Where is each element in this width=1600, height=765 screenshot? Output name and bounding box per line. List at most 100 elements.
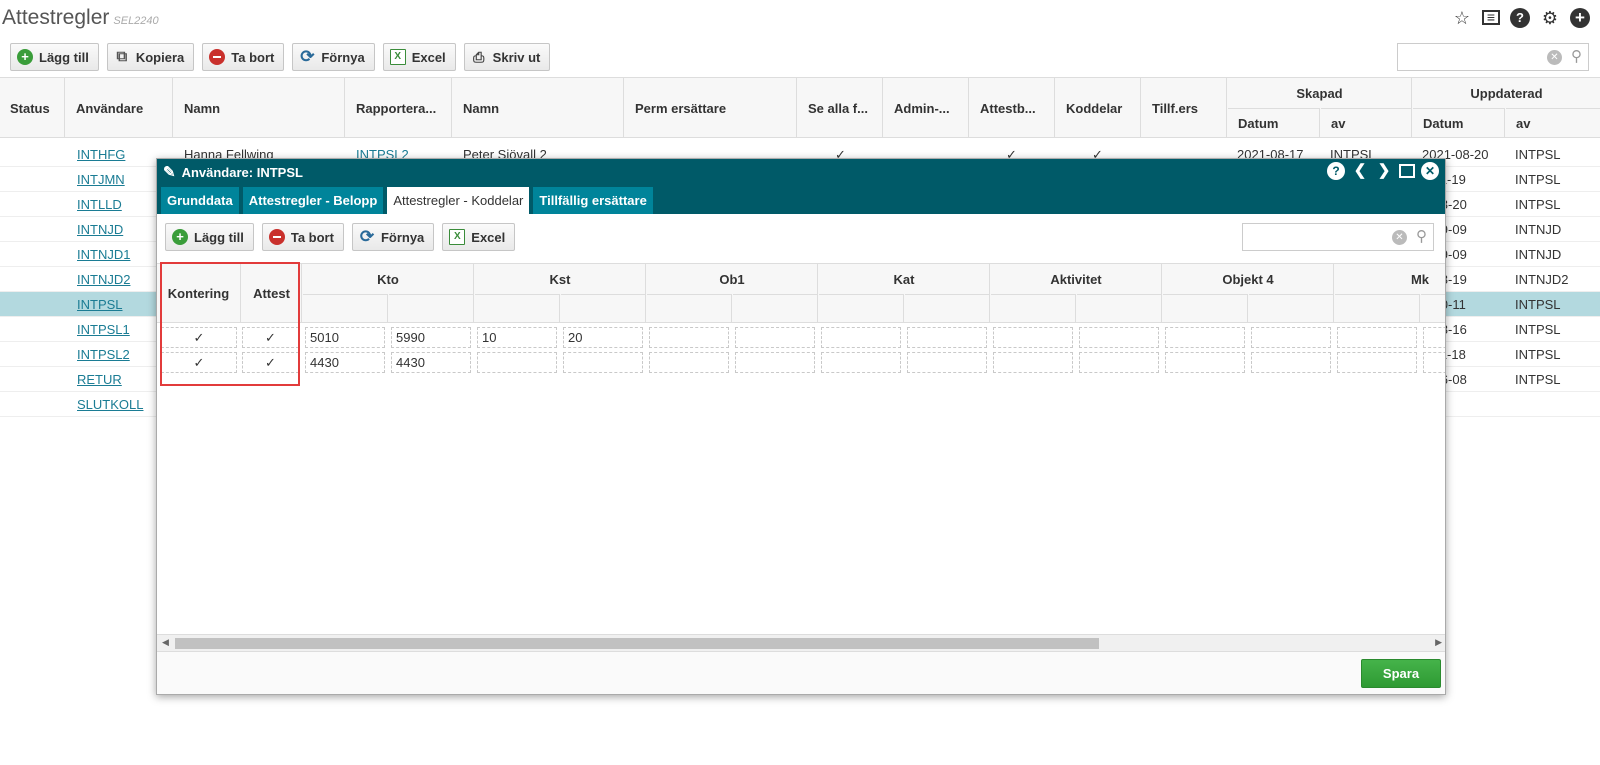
cell-user[interactable]: INTNJD1 [77, 247, 130, 262]
col-group-kst[interactable]: Kst [475, 264, 646, 294]
close-icon[interactable]: ✕ [1421, 162, 1439, 180]
cell-empty[interactable] [1251, 352, 1331, 373]
col-namn2[interactable]: Namn [453, 78, 624, 138]
tab-attestregler-koddelar[interactable]: Attestregler - Koddelar [387, 187, 530, 214]
excel-button[interactable]: X Excel [382, 43, 456, 71]
help-icon[interactable]: ? [1327, 162, 1345, 180]
col-namn[interactable]: Namn [174, 78, 345, 138]
cell-kto-from[interactable]: 4430 [305, 352, 385, 373]
dialog-refresh-button[interactable]: ⟳ Förnya [351, 223, 435, 251]
tab-grunddata[interactable]: Grunddata [161, 187, 239, 214]
cell-kst-to[interactable]: 20 [563, 327, 643, 348]
cell-empty[interactable] [993, 352, 1073, 373]
cell-user[interactable]: INTLLD [77, 197, 122, 212]
col-tillf[interactable]: Tillf.ers [1142, 78, 1227, 138]
save-button[interactable]: Spara [1361, 659, 1441, 688]
cell-empty[interactable] [821, 352, 901, 373]
cell-empty[interactable] [1337, 327, 1417, 348]
dialog-excel-button[interactable]: X Excel [442, 223, 516, 251]
col-sub-from[interactable] [991, 294, 1076, 323]
maximize-icon[interactable] [1399, 164, 1415, 178]
col-sub-to[interactable] [389, 294, 474, 323]
delete-button[interactable]: Ta bort [202, 43, 285, 71]
scroll-left-icon[interactable]: ◀ [162, 637, 169, 648]
add-button[interactable]: + Lägg till [10, 43, 99, 71]
cell-empty[interactable] [821, 327, 901, 348]
cell-empty[interactable] [1337, 352, 1417, 373]
col-skapad-av[interactable]: av [1321, 108, 1412, 138]
col-perm[interactable]: Perm ersättare [625, 78, 797, 138]
refresh-button[interactable]: ⟳ Förnya [292, 43, 375, 71]
cell-kto-from[interactable]: 5010 [305, 327, 385, 348]
chevron-right-icon[interactable]: ❯ [1375, 162, 1393, 180]
col-status[interactable]: Status [0, 78, 65, 138]
cell-user[interactable]: SLUTKOLL [77, 397, 143, 412]
cell-kst-to[interactable] [563, 352, 643, 373]
col-sub-from[interactable] [819, 294, 904, 323]
cell-user[interactable]: RETUR [77, 372, 122, 387]
col-attestb[interactable]: Attestb... [970, 78, 1055, 138]
col-uppdaterad-av[interactable]: av [1506, 108, 1600, 138]
col-group-mk[interactable]: Mk [1335, 264, 1445, 294]
cell-user[interactable]: INTPSL [77, 297, 123, 312]
cell-empty[interactable] [1165, 327, 1245, 348]
main-search-input[interactable]: ✕ ⚲ [1397, 43, 1589, 71]
cell-user[interactable]: INTNJD [77, 222, 123, 237]
cell-empty[interactable] [735, 327, 815, 348]
add-icon[interactable]: + [1570, 8, 1590, 28]
cell-user[interactable]: INTNJD2 [77, 272, 130, 287]
scroll-thumb[interactable] [175, 638, 1099, 649]
col-group-aktivitet[interactable]: Aktivitet [991, 264, 1162, 294]
cell-empty[interactable] [649, 352, 729, 373]
tab-attestregler-belopp[interactable]: Attestregler - Belopp [242, 187, 384, 214]
col-sub-from[interactable] [1335, 294, 1420, 323]
table-row[interactable]: ✓ ✓ 4430 4430 [157, 350, 1445, 375]
col-koddelar[interactable]: Koddelar [1056, 78, 1141, 138]
cell-empty[interactable] [1251, 327, 1331, 348]
cell-kst-from[interactable]: 10 [477, 327, 557, 348]
cell-kto-to[interactable]: 4430 [391, 352, 471, 373]
col-sub-from[interactable] [475, 294, 560, 323]
col-group-kat[interactable]: Kat [819, 264, 990, 294]
print-button[interactable]: ⎙ Skriv ut [463, 43, 551, 71]
col-group-kto[interactable]: Kto [303, 264, 474, 294]
table-row[interactable]: ✓ ✓ 5010 5990 10 20 [157, 325, 1445, 350]
cell-empty[interactable] [735, 352, 815, 373]
search-icon[interactable]: ⚲ [1416, 227, 1427, 245]
star-icon[interactable]: ☆ [1452, 8, 1472, 28]
cell-empty[interactable] [907, 327, 987, 348]
help-icon[interactable]: ? [1510, 8, 1530, 28]
search-icon[interactable]: ⚲ [1571, 47, 1582, 65]
col-sub-to[interactable] [1249, 294, 1334, 323]
cell-user[interactable]: INTPSL1 [77, 322, 130, 337]
col-sub-to[interactable] [1421, 294, 1445, 323]
col-sub-from[interactable] [647, 294, 732, 323]
col-sub-to[interactable] [561, 294, 646, 323]
col-rapportera[interactable]: Rapportera... [346, 78, 452, 138]
col-uppdaterad-datum[interactable]: Datum [1413, 108, 1505, 138]
col-se-alla[interactable]: Se alla f... [798, 78, 883, 138]
tab-tillfallig-ersattare[interactable]: Tillfällig ersättare [533, 187, 653, 214]
col-group-ob1[interactable]: Ob1 [647, 264, 818, 294]
cell-user[interactable]: INTPSL2 [77, 347, 130, 362]
col-sub-to[interactable] [905, 294, 990, 323]
col-admin[interactable]: Admin-... [884, 78, 969, 138]
cell-empty[interactable] [649, 327, 729, 348]
col-anvandare[interactable]: Användare [66, 78, 173, 138]
cell-kto-to[interactable]: 5990 [391, 327, 471, 348]
cell-user[interactable]: INTHFG [77, 147, 125, 162]
scroll-right-icon[interactable]: ▶ [1435, 637, 1442, 648]
cell-empty[interactable] [907, 352, 987, 373]
horizontal-scrollbar[interactable]: ◀ ▶ [157, 634, 1445, 651]
col-sub-to[interactable] [733, 294, 818, 323]
dialog-add-button[interactable]: + Lägg till [165, 223, 254, 251]
cell-empty[interactable] [1079, 327, 1159, 348]
cell-empty[interactable] [1423, 352, 1445, 373]
gear-icon[interactable]: ⚙ [1540, 8, 1560, 28]
col-group-objekt-4[interactable]: Objekt 4 [1163, 264, 1334, 294]
clear-icon[interactable]: ✕ [1392, 230, 1407, 245]
dialog-delete-button[interactable]: Ta bort [261, 223, 344, 251]
col-sub-from[interactable] [1163, 294, 1248, 323]
cell-empty[interactable] [1423, 327, 1445, 348]
dialog-search-input[interactable]: ✕ ⚲ [1242, 223, 1434, 251]
